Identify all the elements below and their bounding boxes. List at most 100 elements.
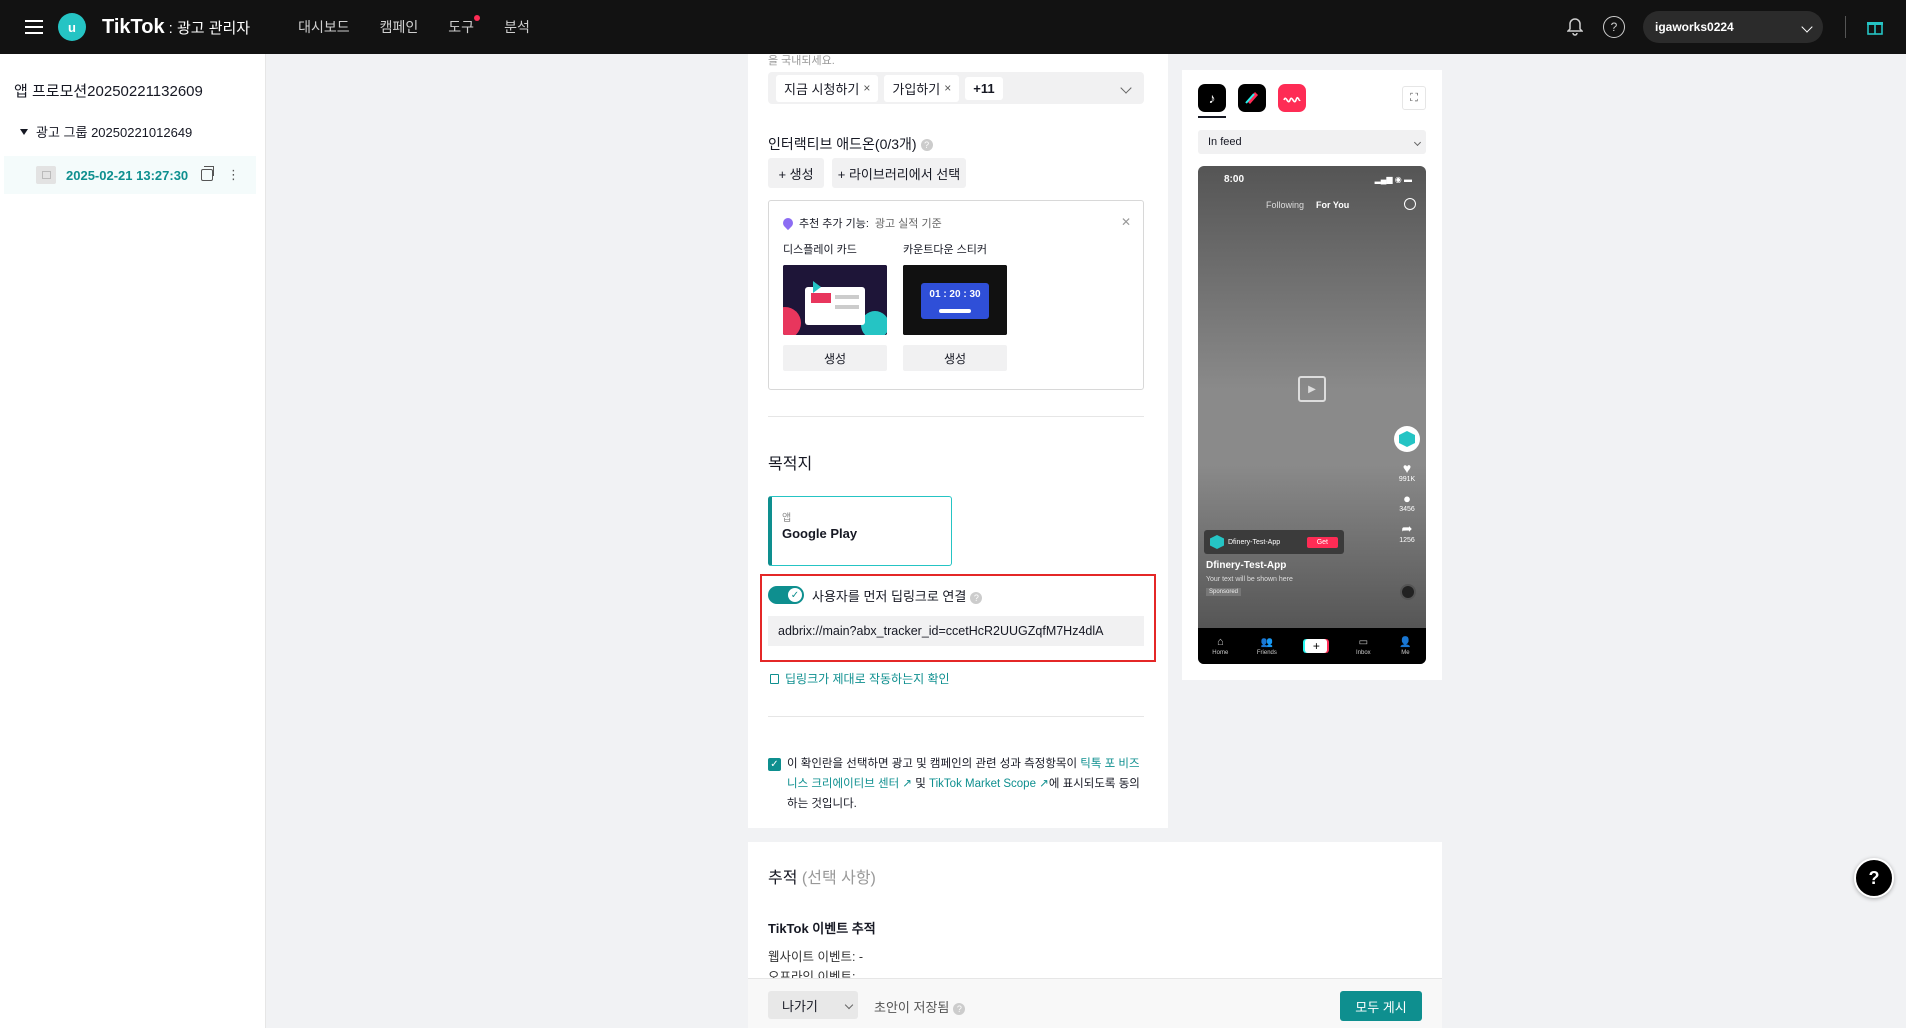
- create-icon: +: [1305, 639, 1328, 653]
- deeplink-highlight: ✓ 사용자를 먼저 딥링크로 연결?: [760, 574, 1156, 662]
- friends-icon: 👥 Friends: [1256, 636, 1277, 656]
- copy-icon[interactable]: [201, 166, 214, 181]
- google-play-option[interactable]: 앱 Google Play: [768, 496, 952, 566]
- remove-icon[interactable]: ×: [944, 81, 951, 95]
- help-icon[interactable]: ?: [1603, 16, 1625, 38]
- external-link-icon: ↗: [1039, 778, 1049, 790]
- account-selector[interactable]: igaworks0224: [1643, 11, 1823, 43]
- music-disc-icon: [1400, 584, 1416, 600]
- pangle-icon[interactable]: [1238, 84, 1266, 112]
- chevron-down-icon: [1120, 82, 1132, 94]
- ad-name: 2025-02-21 13:27:30: [66, 167, 189, 183]
- fullscreen-icon[interactable]: ⛶: [1402, 86, 1426, 110]
- consent-text: 이 확인란을 선택하면 광고 및 캠페인의 관련 성과 측정항목이 틱톡 포 비…: [787, 758, 1140, 810]
- destination-title: 목적지: [768, 456, 813, 473]
- create-display-card-button[interactable]: 생성: [783, 345, 887, 371]
- ad-config-panel: 을 국내되세요. 지금 시청하기 × 가입하기 × +11 인터랙티브 애드온(0/…: [748, 54, 1168, 828]
- feed-tabs: Following For You: [1266, 200, 1350, 210]
- divider: [768, 716, 1144, 717]
- inbox-icon: ▭ Inbox: [1356, 636, 1371, 656]
- info-icon[interactable]: ?: [920, 139, 933, 152]
- remove-icon[interactable]: ×: [863, 81, 870, 95]
- ad-item[interactable]: 2025-02-21 13:27:30 ⋮: [4, 156, 256, 194]
- gift-icon[interactable]: [1864, 16, 1886, 38]
- cta-tag: 가입하기 ×: [884, 74, 960, 102]
- document-icon: [770, 673, 779, 684]
- deeplink-toggle[interactable]: ✓: [768, 586, 804, 604]
- ad-text: Your text will be shown here: [1206, 576, 1293, 583]
- tiktok-icon[interactable]: ♪: [1198, 84, 1226, 112]
- like-count: ♥ 991K: [1398, 460, 1416, 483]
- close-icon[interactable]: ✕: [1121, 215, 1131, 229]
- comment-count: ● 3456: [1399, 491, 1415, 513]
- info-icon[interactable]: ?: [970, 591, 983, 604]
- caret-down-icon[interactable]: [20, 128, 28, 135]
- platform-icons: ♪: [1198, 84, 1306, 112]
- sidebar: 앱 프로모션20250221132609 광고 그룹 2025022101264…: [0, 54, 266, 1028]
- recommended-addons: 추천 추가 기능: 광고 실적 기준 ✕ 디스플레이 카드 카운트다운 스티커 0: [768, 200, 1144, 390]
- tiktok-logo: TikTok: 광고 관리자: [102, 15, 251, 38]
- side-actions: ♥ 991K ● 3456 ➦ 1256: [1394, 426, 1420, 544]
- top-nav: 대시보드 캠페인 도구 분석: [298, 15, 530, 37]
- share-count: ➦ 1256: [1399, 521, 1415, 544]
- phone-nav: ⌂ Home 👥 Friends + ▭ Inbox 👤 Me: [1198, 628, 1426, 664]
- deeplink-input[interactable]: [768, 616, 1144, 646]
- home-icon: ⌂ Home: [1212, 636, 1229, 656]
- divider: [768, 416, 1144, 417]
- video-placeholder-icon: ▶: [1298, 376, 1326, 402]
- publish-all-button[interactable]: 모두 게시: [1340, 991, 1422, 1021]
- divider: [1845, 16, 1846, 38]
- app-card: Dfinery-Test-App Get: [1204, 530, 1344, 554]
- rec-header: 추천 추가 기능: 광고 실적 기준: [780, 215, 942, 231]
- bell-icon[interactable]: [1565, 16, 1585, 38]
- external-link-icon: ↗: [902, 778, 913, 790]
- location-icon: [780, 215, 796, 231]
- library-select-button[interactable]: + 라이브러리에서 선택: [832, 158, 966, 188]
- top-bar: u TikTok: 광고 관리자 대시보드 캠페인 도구 분석 ? igawor…: [0, 0, 1906, 54]
- consent-checkbox[interactable]: ✓: [768, 758, 781, 771]
- create-countdown-button[interactable]: 생성: [903, 345, 1007, 371]
- cta-more-tag: +11: [965, 76, 1003, 100]
- destination-store: Google Play: [782, 526, 858, 541]
- countdown-sticker-image[interactable]: 01 : 20 : 30: [903, 265, 1007, 335]
- global-app-bundle-icon[interactable]: [1278, 84, 1306, 112]
- placement-select[interactable]: In feed: [1198, 130, 1426, 154]
- info-icon[interactable]: ?: [953, 1002, 966, 1015]
- ad-group-item[interactable]: 광고 그룹 20250221012649: [20, 122, 192, 141]
- nav-analytics[interactable]: 분석: [504, 17, 530, 37]
- get-button: Get: [1306, 536, 1338, 548]
- campaign-name[interactable]: 앱 프로모션20250221132609: [14, 80, 203, 101]
- menu-icon[interactable]: [20, 13, 48, 41]
- display-card-image[interactable]: [783, 265, 887, 335]
- app-logo: [1394, 426, 1420, 452]
- tracking-title: 추적 (선택 사항): [768, 870, 876, 887]
- cta-select[interactable]: 지금 시청하기 × 가입하기 × +11: [768, 72, 1144, 104]
- phone-time: 8:00: [1224, 174, 1245, 185]
- nav-dashboard[interactable]: 대시보드: [298, 17, 350, 37]
- display-card-label: 디스플레이 카드: [783, 244, 857, 256]
- consent-checkbox-row: ✓ 이 확인란을 선택하면 광고 및 캠페인의 관련 성과 측정항목이 틱톡 포…: [768, 754, 1144, 814]
- market-scope-link[interactable]: TikTok Market Scope: [929, 778, 1036, 790]
- phone-mockup: 8:00 ▂▄▆ ◉ ▬ Following For You ▶ ♥ 991K ● 3…: [1198, 166, 1426, 664]
- ad-preview: ♪ ⛶ In feed 8:00 ▂▄▆ ◉ ▬ Following For Yo…: [1182, 70, 1442, 680]
- status-icons: ▂▄▆ ◉ ▬: [1374, 175, 1412, 184]
- nav-campaign[interactable]: 캠페인: [380, 17, 419, 37]
- deeplink-label: 사용자를 먼저 딥링크로 연결?: [812, 586, 983, 605]
- profile-icon: 👤 Me: [1399, 636, 1412, 656]
- exit-button[interactable]: 나가기: [768, 991, 858, 1019]
- create-addon-button[interactable]: + 생성: [768, 158, 824, 188]
- more-icon[interactable]: ⋮: [227, 167, 240, 183]
- cta-tag: 지금 시청하기 ×: [776, 74, 879, 102]
- countdown-text: 01 : 20 : 30: [929, 289, 981, 300]
- help-fab-icon[interactable]: ?: [1854, 858, 1894, 898]
- destination-type: 앱: [782, 513, 792, 524]
- user-avatar[interactable]: u: [58, 13, 86, 41]
- sponsored-badge: Sponsored: [1206, 588, 1242, 596]
- notification-dot: [474, 15, 481, 21]
- check-deeplink-link[interactable]: 딥링크가 제대로 작동하는지 확인: [770, 670, 950, 687]
- nav-tools[interactable]: 도구: [448, 15, 481, 37]
- event-tracking-label: TikTok 이벤트 추적: [768, 921, 876, 936]
- website-events: 웹사이트 이벤트: -: [768, 950, 864, 964]
- draft-saved-status: 초안이 저장됨?: [874, 997, 966, 1016]
- image-icon: [36, 166, 56, 184]
